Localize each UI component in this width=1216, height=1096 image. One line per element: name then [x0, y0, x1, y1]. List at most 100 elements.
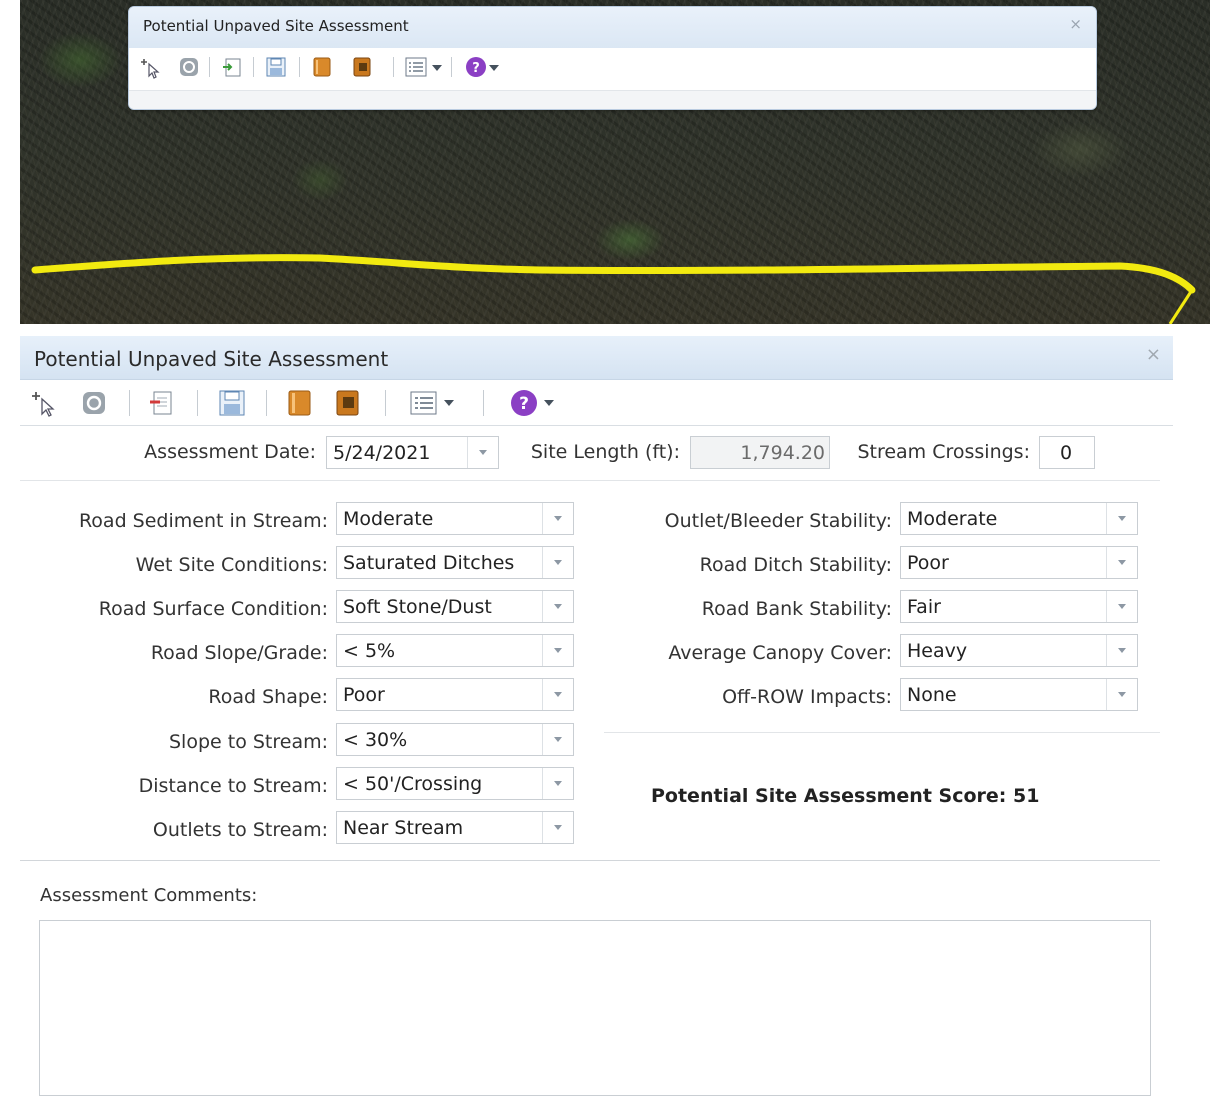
select-tool-icon[interactable] — [32, 390, 58, 418]
road-sediment-value: Moderate — [343, 508, 434, 530]
site-length-value: 1,794.20 — [740, 442, 825, 464]
toolbar-separator — [209, 57, 210, 77]
wet-site-select[interactable]: Saturated Ditches — [336, 546, 574, 579]
toolbar-separator — [385, 390, 386, 416]
road-ditch-value: Poor — [907, 552, 949, 574]
chevron-down-icon[interactable] — [467, 437, 498, 468]
wet-site-label: Wet Site Conditions: — [135, 554, 328, 576]
road-sediment-label: Road Sediment in Stream: — [78, 510, 328, 532]
comments-textarea[interactable] — [39, 920, 1151, 1096]
chevron-down-icon[interactable] — [542, 679, 573, 710]
close-icon[interactable]: × — [1069, 15, 1082, 33]
select-tool-icon[interactable] — [141, 57, 161, 79]
clear-icon[interactable] — [179, 57, 199, 77]
road-slope-select[interactable]: < 5% — [336, 634, 574, 667]
close-icon[interactable]: × — [1146, 344, 1161, 365]
road-ditch-label: Road Ditch Stability: — [699, 554, 892, 576]
site-length-field: 1,794.20 — [690, 436, 830, 469]
window-title-bar[interactable]: Potential Unpaved Site Assessment × — [20, 336, 1173, 380]
clear-icon[interactable] — [82, 391, 106, 415]
book-icon[interactable] — [311, 56, 333, 78]
distance-to-stream-select[interactable]: < 50'/Crossing — [336, 767, 574, 800]
remove-record-icon[interactable] — [148, 389, 176, 417]
chevron-down-icon[interactable] — [1106, 635, 1137, 666]
site-length-label: Site Length (ft): — [530, 441, 680, 463]
distance-to-stream-label: Distance to Stream: — [138, 775, 328, 797]
add-record-icon[interactable] — [221, 56, 243, 78]
save-icon[interactable] — [218, 389, 246, 417]
book-alt-icon[interactable] — [334, 389, 362, 417]
chevron-down-icon[interactable] — [1106, 591, 1137, 622]
list-options-icon[interactable] — [405, 57, 427, 77]
chevron-down-icon[interactable] — [489, 65, 499, 71]
toolbar-separator — [393, 57, 394, 77]
assessment-window: Potential Unpaved Site Assessment × ? As… — [20, 336, 1173, 1096]
canopy-cover-value: Heavy — [907, 640, 968, 662]
slope-to-stream-value: < 30% — [343, 729, 408, 751]
outlets-to-stream-label: Outlets to Stream: — [152, 819, 328, 841]
stream-crossings-label: Stream Crossings: — [857, 441, 1030, 463]
help-icon[interactable]: ? — [465, 56, 487, 78]
chevron-down-icon[interactable] — [444, 400, 454, 406]
slope-to-stream-select[interactable]: < 30% — [336, 723, 574, 756]
road-surface-label: Road Surface Condition: — [98, 598, 328, 620]
chevron-down-icon[interactable] — [542, 768, 573, 799]
road-shape-select[interactable]: Poor — [336, 678, 574, 711]
toolbar-separator — [197, 390, 198, 416]
divider — [20, 860, 1160, 861]
book-icon[interactable] — [286, 389, 314, 417]
road-surface-select[interactable]: Soft Stone/Dust — [336, 590, 574, 623]
assessment-date-field[interactable]: 5/24/2021 — [326, 436, 499, 469]
main-toolbar: ? — [20, 380, 1173, 426]
toolbar-separator — [483, 390, 484, 416]
road-ditch-select[interactable]: Poor — [900, 546, 1138, 579]
toolbar-separator — [266, 390, 267, 416]
chevron-down-icon[interactable] — [542, 635, 573, 666]
distance-to-stream-value: < 50'/Crossing — [343, 773, 483, 795]
off-row-label: Off-ROW Impacts: — [722, 686, 892, 708]
list-options-icon[interactable] — [410, 391, 438, 415]
chevron-down-icon[interactable] — [1106, 547, 1137, 578]
assessment-date-value: 5/24/2021 — [333, 442, 431, 464]
outlets-to-stream-value: Near Stream — [343, 817, 464, 839]
chevron-down-icon[interactable] — [432, 65, 442, 71]
mini-title-bar[interactable]: Potential Unpaved Site Assessment × — [129, 7, 1096, 48]
help-icon[interactable]: ? — [509, 388, 539, 418]
road-slope-label: Road Slope/Grade: — [150, 642, 328, 664]
outlets-to-stream-select[interactable]: Near Stream — [336, 811, 574, 844]
chevron-down-icon[interactable] — [1106, 679, 1137, 710]
window-title: Potential Unpaved Site Assessment — [34, 347, 389, 371]
slope-to-stream-label: Slope to Stream: — [168, 731, 328, 753]
divider — [20, 480, 1160, 481]
chevron-down-icon[interactable] — [1106, 503, 1137, 534]
mini-assessment-window[interactable]: Potential Unpaved Site Assessment × ? — [128, 6, 1097, 110]
chevron-down-icon[interactable] — [542, 724, 573, 755]
toolbar-separator — [253, 57, 254, 77]
road-bank-select[interactable]: Fair — [900, 590, 1138, 623]
chevron-down-icon[interactable] — [542, 547, 573, 578]
divider — [604, 732, 1160, 733]
outlet-bleeder-select[interactable]: Moderate — [900, 502, 1138, 535]
chevron-down-icon[interactable] — [542, 591, 573, 622]
toolbar-separator — [299, 57, 300, 77]
road-sediment-select[interactable]: Moderate — [336, 502, 574, 535]
wet-site-value: Saturated Ditches — [343, 552, 515, 574]
off-row-value: None — [907, 684, 957, 706]
road-bank-label: Road Bank Stability: — [701, 598, 892, 620]
stream-crossings-value: 0 — [1060, 442, 1073, 464]
chevron-down-icon[interactable] — [542, 812, 573, 843]
save-icon[interactable] — [265, 56, 287, 78]
assessment-form: Assessment Date: 5/24/2021 Site Length (… — [20, 426, 1173, 1096]
book-alt-icon[interactable] — [351, 56, 373, 78]
stream-crossings-field[interactable]: 0 — [1039, 436, 1095, 469]
assessment-date-label: Assessment Date: — [144, 441, 316, 463]
chevron-down-icon[interactable] — [544, 400, 554, 406]
road-shape-value: Poor — [343, 684, 385, 706]
chevron-down-icon[interactable] — [542, 503, 573, 534]
canopy-cover-select[interactable]: Heavy — [900, 634, 1138, 667]
svg-text:?: ? — [519, 394, 529, 414]
road-bank-value: Fair — [907, 596, 941, 618]
comments-label: Assessment Comments: — [40, 885, 258, 906]
off-row-select[interactable]: None — [900, 678, 1138, 711]
road-shape-label: Road Shape: — [208, 686, 328, 708]
